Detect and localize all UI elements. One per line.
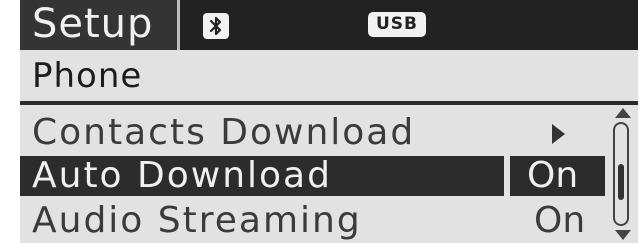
arrow-right-icon [552, 124, 565, 144]
scroll-up-icon[interactable] [615, 108, 631, 118]
menu-item-value[interactable]: On [534, 199, 585, 243]
title-tab: Setup [20, 0, 180, 50]
menu-item-label: Auto Download [32, 155, 332, 196]
menu-item-audio-streaming[interactable]: Audio Streaming On [20, 199, 610, 243]
menu-item-label: Contacts Download [32, 112, 416, 153]
bluetooth-icon [203, 13, 229, 39]
status-bar: Setup USB [20, 0, 638, 50]
display-screen: Setup USB Phone Contacts Download Auto D… [20, 0, 638, 243]
scroll-down-icon[interactable] [615, 230, 631, 240]
menu-item-value[interactable]: On [527, 154, 578, 198]
page-title: Setup [32, 1, 154, 47]
menu-item-contacts-download[interactable]: Contacts Download [20, 112, 610, 153]
section-title: Phone [32, 56, 143, 96]
scroll-track[interactable] [613, 122, 629, 226]
usb-icon: USB [368, 12, 426, 37]
scroll-thumb[interactable] [618, 164, 624, 200]
menu-item-label: Audio Streaming [32, 200, 362, 241]
section-divider [20, 101, 638, 105]
scrollbar[interactable] [612, 108, 634, 242]
menu-item-auto-download[interactable]: Auto Download On [20, 154, 610, 198]
